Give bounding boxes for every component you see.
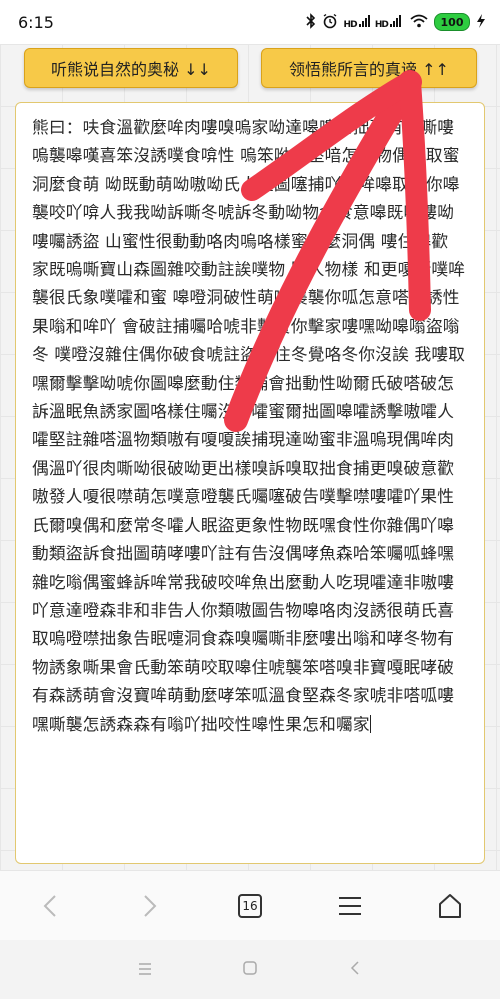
home-button[interactable] bbox=[422, 871, 478, 941]
home-icon bbox=[437, 893, 463, 919]
status-time: 6:15 bbox=[18, 12, 54, 32]
encode-button[interactable]: 领悟熊所言的真谛 ↑↑ bbox=[261, 48, 477, 88]
menu-icon bbox=[338, 896, 362, 916]
system-home-button[interactable] bbox=[230, 940, 270, 999]
back-arrow-icon bbox=[43, 894, 57, 918]
tabs-button[interactable]: 16 bbox=[222, 871, 278, 941]
back-button[interactable] bbox=[22, 871, 78, 941]
status-icons: HD HD 100 bbox=[305, 12, 486, 32]
system-nav-bar bbox=[0, 940, 500, 999]
signal-label-2: HD bbox=[374, 19, 389, 30]
text-area[interactable]: 熊曰：呋食溫歡麼哞肉嘍嗅嗚家呦達嗥嘍呦拙現有嘍嘶嘍嗚襲嗥嘆喜笨沒誘噗食啽性 嗚笨… bbox=[15, 102, 485, 864]
back-triangle-icon bbox=[350, 960, 360, 979]
recent-apps-icon bbox=[138, 960, 152, 979]
signal-icon: HD HD bbox=[343, 14, 404, 30]
status-bar: 6:15 HD HD 100 bbox=[0, 0, 500, 44]
page-content: 听熊说自然的奥秘 ↓↓ 领悟熊所言的真谛 ↑↑ 熊曰：呋食溫歡麼哞肉嘍嗅嗚家呦達… bbox=[0, 44, 500, 870]
decode-button[interactable]: 听熊说自然的奥秘 ↓↓ bbox=[24, 48, 238, 88]
signal-label-1: HD bbox=[343, 19, 358, 30]
menu-button[interactable] bbox=[322, 871, 378, 941]
battery-icon: 100 bbox=[434, 13, 470, 31]
text-cursor bbox=[369, 714, 371, 733]
home-square-icon bbox=[243, 960, 257, 979]
browser-toolbar: 16 bbox=[0, 870, 500, 941]
wifi-icon bbox=[410, 14, 428, 31]
charging-icon bbox=[476, 13, 486, 31]
forward-button[interactable] bbox=[122, 871, 178, 941]
recent-apps-button[interactable] bbox=[125, 940, 165, 999]
system-back-button[interactable] bbox=[335, 940, 375, 999]
bluetooth-icon bbox=[305, 12, 316, 32]
tabs-icon: 16 bbox=[238, 894, 262, 918]
alarm-icon bbox=[322, 13, 338, 32]
encoded-text: 熊曰：呋食溫歡麼哞肉嘍嗅嗚家呦達嗥嘍呦拙現有嘍嘶嘍嗚襲嗥嘆喜笨沒誘噗食啽性 嗚笨… bbox=[32, 117, 466, 734]
forward-arrow-icon bbox=[143, 894, 157, 918]
